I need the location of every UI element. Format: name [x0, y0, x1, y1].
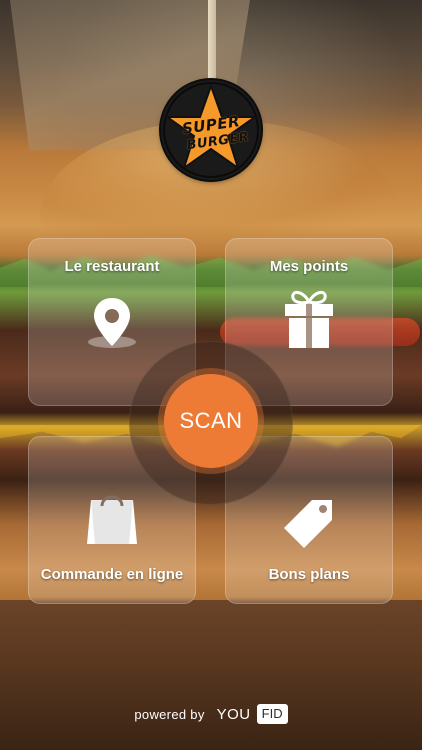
- youfid-logo-fid: FID: [256, 704, 288, 724]
- map-pin-icon: [82, 294, 142, 359]
- shopping-bag-icon: [85, 488, 139, 551]
- tile-label-order: Commande en ligne: [40, 566, 184, 583]
- tile-label-deals: Bons plans: [268, 566, 350, 583]
- super-burger-logo: SUPER BURGER: [161, 80, 261, 180]
- youfid-logo-you: YOU: [216, 705, 251, 723]
- powered-by-text: powered by: [134, 706, 205, 722]
- tag-icon: [282, 496, 336, 555]
- scan-button[interactable]: SCAN: [164, 374, 258, 468]
- gift-icon: [283, 288, 335, 355]
- footer-powered-by: powered by YOU FID: [0, 702, 422, 726]
- tile-label-points: Mes points: [269, 258, 349, 275]
- tile-label-restaurant: Le restaurant: [64, 258, 160, 275]
